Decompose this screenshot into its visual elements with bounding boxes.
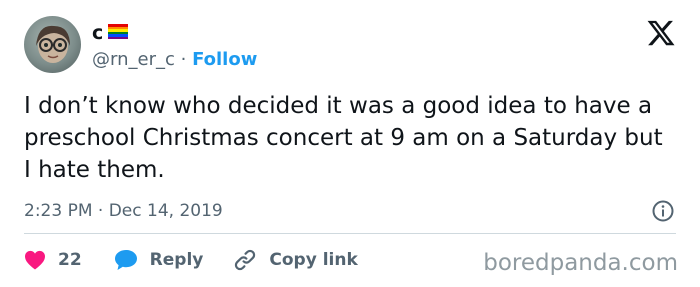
tweet-text: I don’t know who decided it was a good i…: [24, 93, 663, 183]
rainbow-flag-icon: [108, 24, 128, 39]
divider: [24, 233, 676, 234]
copy-link-label: Copy link: [269, 250, 358, 270]
action-bar: 22 Reply Copy link: [24, 246, 358, 274]
avatar[interactable]: [24, 16, 81, 73]
like-button[interactable]: 22: [24, 250, 82, 270]
info-icon[interactable]: [651, 199, 675, 223]
link-icon: [235, 249, 256, 271]
reply-label: Reply: [149, 250, 204, 270]
follow-button[interactable]: Follow: [192, 49, 257, 70]
separator-dot: ·: [180, 49, 187, 70]
reply-button[interactable]: Reply: [114, 249, 204, 271]
tweet-timestamp[interactable]: 2:23 PM · Dec 14, 2019: [24, 200, 223, 222]
reply-bubble-icon: [114, 250, 137, 270]
author-name[interactable]: c: [92, 22, 103, 44]
author-handle[interactable]: @rn_er_c: [92, 49, 175, 70]
flag-stripe: [108, 36, 128, 39]
like-count: 22: [58, 250, 82, 270]
copy-link-button[interactable]: Copy link: [233, 248, 358, 272]
x-logo-icon[interactable]: [646, 18, 676, 48]
watermark: boredpanda.com: [483, 250, 678, 276]
heart-icon: [25, 250, 45, 270]
handle-row: @rn_er_c · Follow: [92, 49, 257, 71]
